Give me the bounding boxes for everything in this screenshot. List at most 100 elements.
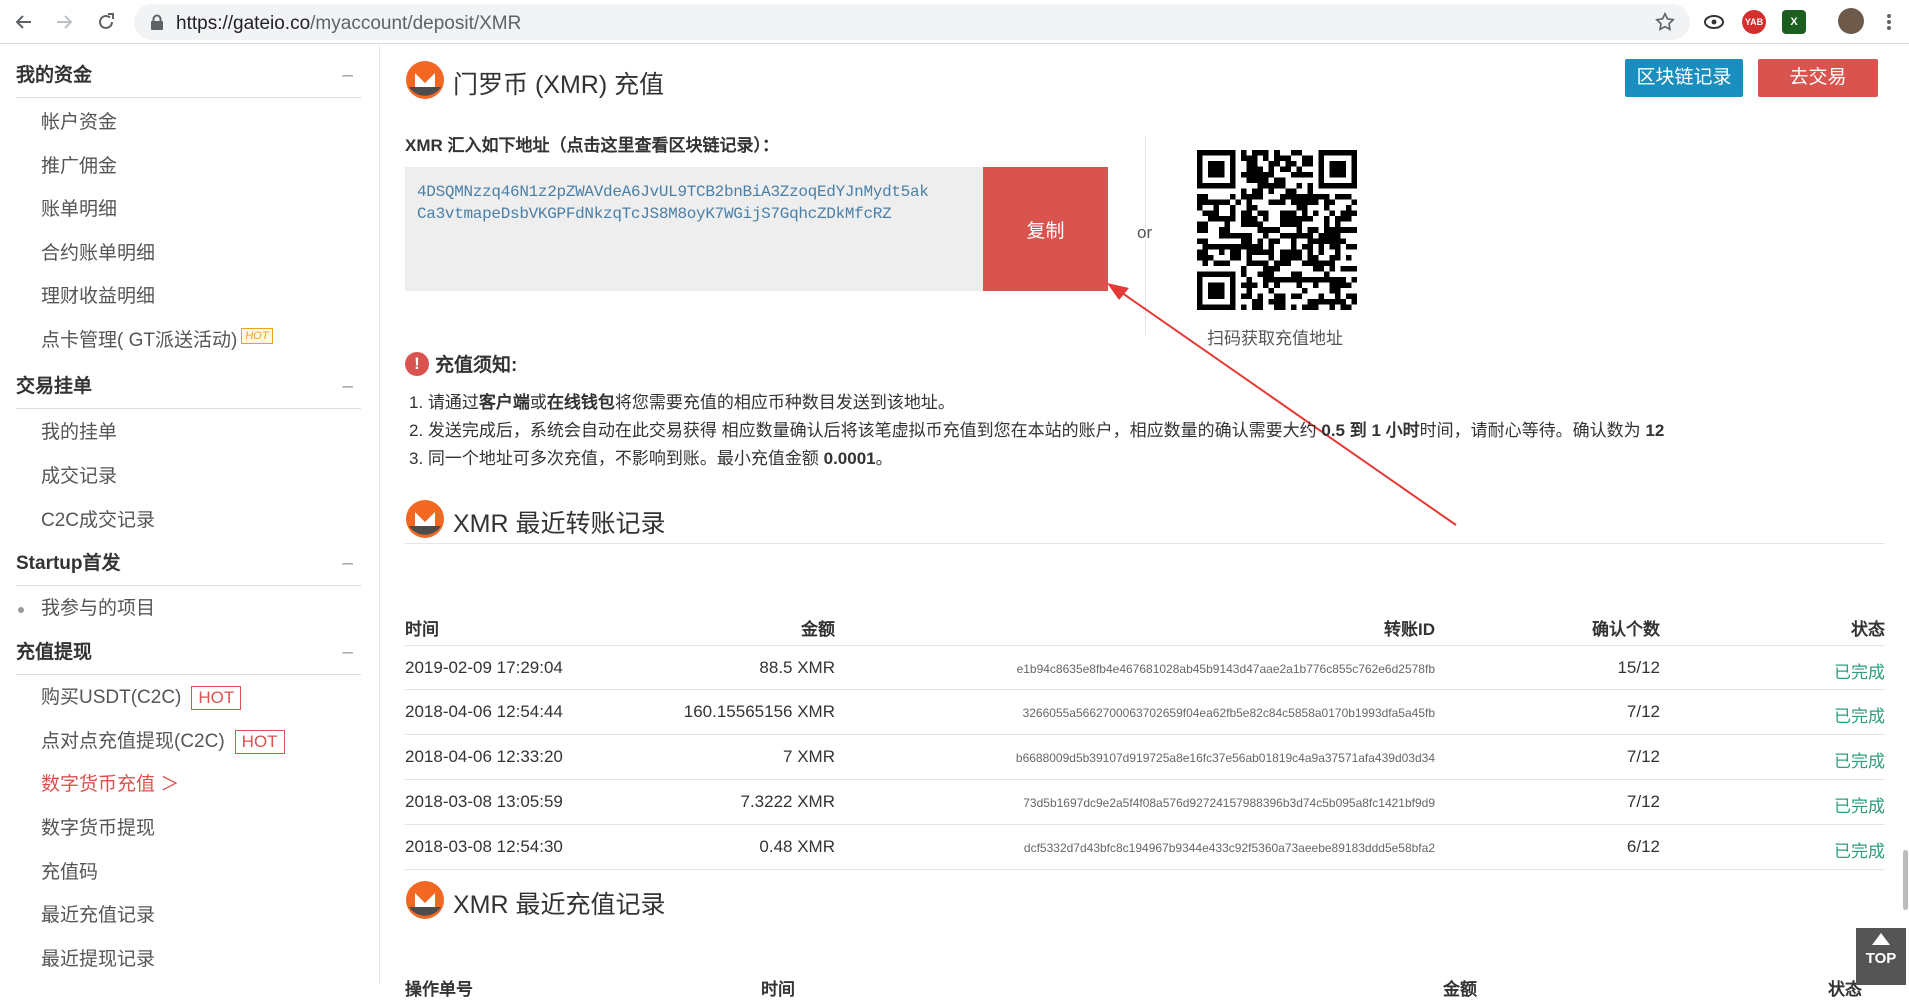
monero-logo-icon	[406, 881, 444, 919]
sidebar-item-recent-withdrawals[interactable]: 最近提现记录	[41, 947, 155, 973]
deposit-address-box[interactable]: 4DSQMNzzq46N1z2pZWAVdeA6JvUL9TCB2bnBiA3Z…	[405, 167, 985, 291]
reload-icon[interactable]	[92, 8, 120, 36]
transfers-section-title: XMR 最近转账记录	[453, 510, 666, 538]
table-row: 2019-02-09 17:29:04 88.5 XMR e1b94c8635e8f…	[405, 645, 1885, 690]
table-row: 2018-03-08 13:05:59 7.3222 XMR 73d5b1697dc…	[405, 780, 1885, 825]
cell-confirms: 7/12	[1626, 747, 1660, 766]
cell-amount: 7.3222 XMR	[740, 792, 836, 811]
notice-title: ! 充值须知:	[405, 350, 517, 377]
yab-extension-icon[interactable]: YAB	[1742, 10, 1766, 34]
cell-time: 2018-04-06 12:54:44	[405, 702, 563, 721]
sidebar-item-bill-details[interactable]: 账单明细	[41, 197, 117, 223]
cell-time: 2018-04-06 12:33:20	[405, 747, 563, 766]
url-text: https://gateio.co/myaccount/deposit/XMR	[176, 13, 522, 34]
section-startup[interactable]: Startup首发 –	[16, 542, 361, 586]
cell-amount: 88.5 XMR	[759, 658, 835, 677]
browser-toolbar: https://gateio.co/myaccount/deposit/XMR …	[0, 0, 1909, 44]
table-row: 2018-04-06 12:33:20 7 XMR b6688009d5b39107…	[405, 735, 1885, 780]
sidebar-item-crypto-withdraw[interactable]: 数字货币提现	[41, 816, 155, 842]
cell-amount: 0.48 XMR	[759, 837, 835, 856]
deposit-address[interactable]: 4DSQMNzzq46N1z2pZWAVdeA6JvUL9TCB2bnBiA3Z…	[417, 181, 929, 225]
col-header-time: 时间	[405, 620, 439, 639]
cell-status: 已完成	[1834, 663, 1885, 682]
back-to-top-button[interactable]: TOP	[1856, 928, 1906, 985]
sidebar-item-deposit-code[interactable]: 充值码	[41, 860, 98, 886]
table-row: 2018-03-08 12:54:30 0.48 XMR dcf5332d7d43b…	[405, 825, 1885, 870]
table-row: 2018-04-06 12:54:44 160.15565156 XMR 32660…	[405, 690, 1885, 735]
collapse-icon[interactable]: –	[342, 365, 353, 409]
cell-confirms: 7/12	[1626, 792, 1660, 811]
lock-icon	[150, 14, 164, 35]
cell-time: 2019-02-09 17:29:04	[405, 658, 563, 677]
sidebar-item-my-projects[interactable]: 我参与的项目	[41, 596, 155, 622]
copy-button[interactable]: 复制	[983, 167, 1108, 291]
cell-amount: 7 XMR	[783, 747, 835, 766]
cell-status: 已完成	[1834, 707, 1885, 726]
extension-icon[interactable]	[1702, 10, 1726, 34]
sidebar-item-account-funds[interactable]: 帐户资金	[41, 110, 117, 136]
monero-logo-icon	[406, 500, 444, 538]
hot-badge: HOT	[234, 729, 285, 754]
forward-icon[interactable]	[50, 8, 78, 36]
sidebar-item-buy-usdt[interactable]: 购买USDT(C2C) HOT	[41, 685, 242, 711]
sidebar-item-p2p[interactable]: 点对点充值提现(C2C) HOT	[41, 729, 285, 755]
notice-line-2: 2. 发送完成后，系统会自动在此交易获得 相应数量确认后将该笔虚拟币充值到您在本…	[409, 421, 1665, 440]
address-bar[interactable]: https://gateio.co/myaccount/deposit/XMR	[134, 4, 1690, 40]
hot-badge: HOT	[191, 685, 242, 710]
monero-logo-icon	[406, 61, 444, 99]
sidebar-item-recent-deposits[interactable]: 最近充值记录	[41, 903, 155, 929]
col-header-order-id: 操作单号	[405, 980, 473, 999]
cell-txid[interactable]: dcf5332d7d43bfc8c194967b9344e433c92f5360…	[835, 841, 1435, 855]
sidebar-item-finance-income[interactable]: 理财收益明细	[41, 284, 155, 310]
menu-icon[interactable]	[1875, 8, 1903, 36]
back-icon[interactable]	[10, 8, 38, 36]
cell-txid[interactable]: e1b94c8635e8fb4e467681028ab45b9143d47aae…	[835, 662, 1435, 676]
sidebar-item-commission[interactable]: 推广佣金	[41, 154, 117, 180]
cell-txid[interactable]: 73d5b1697dc9e2a5f4f08a576d92724157988396…	[835, 796, 1435, 810]
collapse-icon[interactable]: –	[342, 54, 353, 98]
sidebar-item-my-orders[interactable]: 我的挂单	[41, 420, 117, 446]
cell-amount: 160.15565156 XMR	[683, 702, 835, 721]
blockchain-records-button[interactable]: 区块链记录	[1625, 59, 1743, 97]
go-trade-button[interactable]: 去交易	[1758, 59, 1878, 97]
col-header-time: 时间	[761, 980, 795, 999]
address-label-link[interactable]: XMR 汇入如下地址（点击这里查看区块链记录）：	[405, 131, 779, 156]
section-orders[interactable]: 交易挂单 –	[16, 365, 361, 409]
col-header-txid: 转账ID	[1384, 620, 1435, 639]
sidebar-item-contract-bill[interactable]: 合约账单明细	[41, 241, 155, 267]
annotation-arrow	[1107, 283, 1457, 526]
cell-time: 2018-03-08 12:54:30	[405, 837, 563, 856]
excel-extension-icon[interactable]: X	[1782, 10, 1806, 34]
cell-status: 已完成	[1834, 842, 1885, 861]
sidebar-item-crypto-deposit[interactable]: 数字货币充值 ＞	[41, 772, 179, 798]
col-header-amount: 金额	[1443, 980, 1477, 999]
col-header-confirms: 确认个数	[1592, 620, 1660, 639]
cell-confirms: 7/12	[1626, 702, 1660, 721]
sidebar-item-point-card[interactable]: 点卡管理( GT派送活动) HOT	[41, 328, 273, 354]
sidebar-item-trade-history[interactable]: 成交记录	[41, 464, 117, 490]
bookmark-star-icon[interactable]	[1654, 11, 1676, 38]
warning-icon: !	[405, 351, 429, 376]
deposits-section-title: XMR 最近充值记录	[453, 891, 666, 919]
cell-status: 已完成	[1834, 752, 1885, 771]
cell-status: 已完成	[1834, 797, 1885, 816]
notice-line-3: 3. 同一个地址可多次充值，不影响到账。最小充值金额 0.0001。	[409, 449, 893, 468]
or-text: or	[1137, 223, 1153, 242]
bullet-icon	[18, 607, 24, 613]
scrollbar-thumb[interactable]	[1903, 850, 1908, 910]
col-header-amount: 金额	[801, 620, 835, 639]
deposit-main: 门罗币 (XMR) 充值 区块链记录 去交易 XMR 汇入如下地址（点击这里查看…	[381, 45, 1909, 999]
collapse-icon[interactable]: –	[342, 631, 353, 675]
cell-txid[interactable]: 3266055a5662700063702659f04ea62fb5e82c84…	[835, 706, 1435, 720]
cell-txid[interactable]: b6688009d5b39107d919725a8e16fc37e56ab018…	[835, 751, 1435, 765]
section-deposit-withdraw[interactable]: 充值提现 –	[16, 631, 361, 675]
sidebar-item-c2c-history[interactable]: C2C成交记录	[41, 508, 155, 534]
section-my-funds[interactable]: 我的资金 –	[16, 54, 361, 98]
hot-badge: HOT	[241, 328, 273, 344]
cell-confirms: 15/12	[1617, 658, 1660, 677]
arrow-up-icon	[1872, 933, 1890, 945]
account-sidebar: 我的资金 – 帐户资金 推广佣金 账单明细 合约账单明细 理财收益明细 点卡管理(…	[0, 45, 380, 985]
collapse-icon[interactable]: –	[342, 542, 353, 586]
profile-avatar[interactable]	[1838, 8, 1864, 34]
section-divider	[405, 543, 1885, 544]
